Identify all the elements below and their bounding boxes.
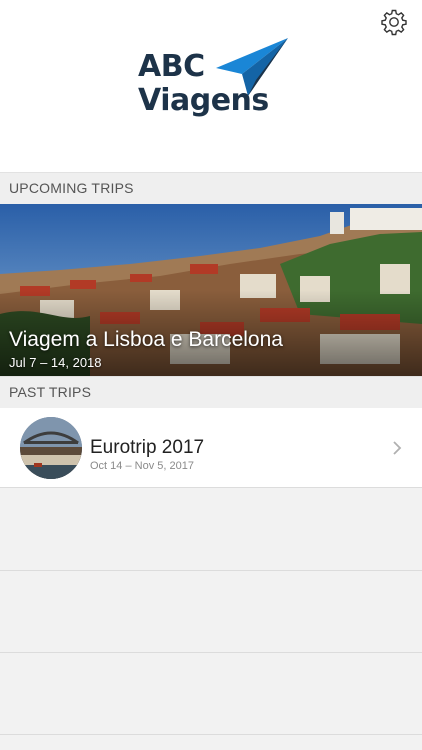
past-trip-dates: Oct 14 – Nov 5, 2017: [90, 460, 194, 472]
past-trips-header: PAST TRIPS: [0, 376, 422, 408]
app-header: ABC Viagens: [0, 0, 422, 172]
past-trip-row[interactable]: Eurotrip 2017 Oct 14 – Nov 5, 2017: [0, 408, 422, 488]
past-trip-name: Eurotrip 2017: [90, 437, 205, 458]
logo-text-abc: ABC: [138, 49, 205, 84]
gear-icon[interactable]: [380, 8, 408, 36]
upcoming-trip-dates: Jul 7 – 14, 2018: [9, 355, 102, 370]
upcoming-trips-header: UPCOMING TRIPS: [0, 172, 422, 204]
logo-text-viagens: Viagens: [138, 83, 269, 118]
app-logo: ABC Viagens: [136, 38, 288, 134]
chevron-right-icon: [393, 441, 402, 455]
upcoming-trip-title: Viagem a Lisboa e Barcelona: [9, 328, 283, 351]
empty-row: [0, 489, 422, 571]
trip-avatar: [20, 417, 82, 479]
empty-row: [0, 653, 422, 735]
empty-row: [0, 571, 422, 653]
